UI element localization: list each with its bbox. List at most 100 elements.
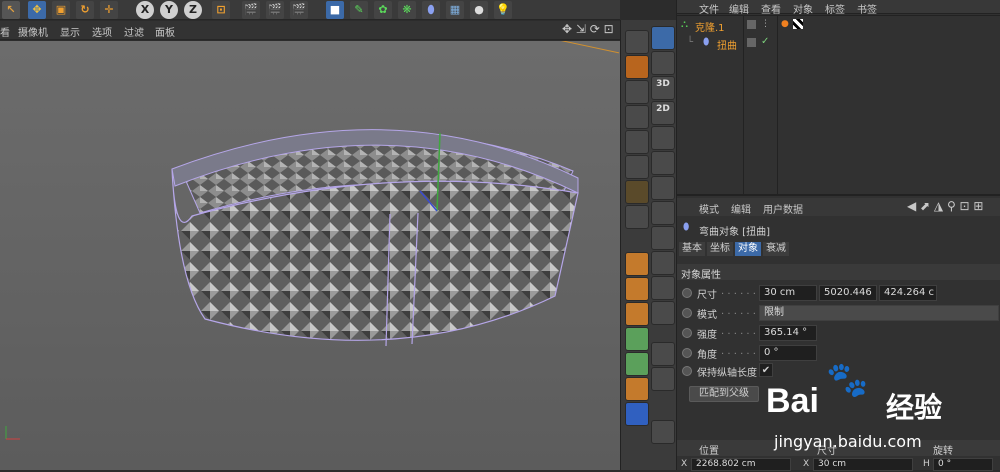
pen-icon[interactable]: ✎: [350, 1, 368, 19]
size-anim-icon[interactable]: [682, 288, 692, 298]
keep-length-anim-icon[interactable]: [682, 366, 692, 376]
cloner-icon: ⛬: [681, 19, 688, 30]
pos-x-label: X: [681, 459, 688, 469]
list-item[interactable]: ⛬ 克隆.1 ⋮ ●: [677, 18, 1000, 34]
texture-mode-icon[interactable]: [625, 252, 649, 276]
light-icon[interactable]: 💡: [494, 1, 512, 19]
polygons-mode-icon[interactable]: [625, 130, 649, 154]
move-tool-icon[interactable]: ✥: [28, 1, 46, 19]
om-menu-view[interactable]: 查看: [761, 1, 781, 16]
mode-anim-icon[interactable]: [682, 308, 692, 318]
select-tool-icon[interactable]: ✛: [100, 1, 118, 19]
x-axis-button[interactable]: X: [136, 1, 154, 19]
menu-options[interactable]: 选项: [92, 24, 112, 39]
viewport-nav-icons[interactable]: ✥ ⇲ ⟳ ⊡: [562, 22, 614, 36]
snap-axis-icon[interactable]: [651, 251, 675, 275]
menu-view[interactable]: 看: [0, 24, 10, 39]
enabled-check-icon[interactable]: ✓: [761, 36, 769, 47]
brush-icon[interactable]: [625, 277, 649, 301]
snap-more-icon[interactable]: [651, 420, 675, 444]
visibility-toggle[interactable]: [747, 38, 756, 47]
match-to-parent-button[interactable]: 匹配到父级: [689, 386, 759, 402]
snap-settings-icon[interactable]: [651, 126, 675, 150]
scale-tool-icon[interactable]: ▣: [52, 1, 70, 19]
section-header: 对象属性: [677, 264, 1000, 281]
om-menu-edit[interactable]: 编辑: [729, 1, 749, 16]
workplane-icon[interactable]: [625, 205, 649, 229]
magnet-icon[interactable]: [651, 26, 675, 50]
mode-select[interactable]: 限制: [759, 305, 999, 321]
snap-spline-icon[interactable]: [651, 226, 675, 250]
y-axis-button[interactable]: Y: [160, 1, 178, 19]
modeling-tool-icon[interactable]: [625, 30, 649, 54]
object-name[interactable]: 克隆.1: [695, 19, 725, 34]
om-menu-bookmarks[interactable]: 书签: [857, 1, 877, 16]
z-axis-button[interactable]: Z: [184, 1, 202, 19]
object-mode-icon[interactable]: [625, 55, 649, 79]
menu-display[interactable]: 显示: [60, 24, 80, 39]
world-coords-icon[interactable]: ⊡: [212, 1, 230, 19]
size-x-field[interactable]: 30 cm: [759, 285, 817, 301]
list-item[interactable]: └ ⬮ 扭曲 ✓: [677, 36, 1000, 52]
camera-icon[interactable]: ●: [470, 1, 488, 19]
sculpt-icon[interactable]: [625, 327, 649, 351]
bend-object-icon: ⬮: [683, 222, 690, 233]
dots-leader: . . . . . . .: [721, 286, 763, 297]
strength-field[interactable]: 365.14 °: [759, 325, 817, 341]
snap-grid-icon[interactable]: [651, 301, 675, 325]
tag-icon[interactable]: ●: [781, 19, 789, 29]
tab-falloff[interactable]: 衰减: [763, 242, 789, 256]
tab-basic[interactable]: 基本: [679, 242, 705, 256]
3d-snap-icon[interactable]: 3D: [651, 76, 675, 100]
snap-point-icon[interactable]: [651, 151, 675, 175]
om-menu-file[interactable]: 文件: [699, 1, 719, 16]
snap-edge-icon[interactable]: [651, 176, 675, 200]
floor-icon[interactable]: ▦: [446, 1, 464, 19]
snap-midpoint-icon[interactable]: [651, 276, 675, 300]
twisted-ring-model: [5, 129, 579, 440]
2d-snap-icon[interactable]: 2D: [651, 101, 675, 125]
uv-mode-icon[interactable]: [625, 155, 649, 179]
xyz-lock-icon[interactable]: [625, 180, 649, 204]
axis-mode-icon[interactable]: [651, 51, 675, 75]
rotate-tool-icon[interactable]: ↻: [76, 1, 94, 19]
attr-menu-edit[interactable]: 编辑: [731, 201, 751, 216]
uv-edit-icon[interactable]: [625, 352, 649, 376]
array-icon[interactable]: ❋: [398, 1, 416, 19]
edges-mode-icon[interactable]: [625, 105, 649, 129]
3d-viewport[interactable]: [0, 41, 620, 470]
menu-panel[interactable]: 面板: [155, 24, 175, 39]
guide-icon[interactable]: [651, 367, 675, 391]
visibility-toggle[interactable]: [747, 20, 756, 29]
object-name[interactable]: 扭曲: [717, 37, 737, 52]
render-settings-icon[interactable]: 🎬: [290, 1, 308, 19]
subdivision-icon[interactable]: ✿: [374, 1, 392, 19]
angle-anim-icon[interactable]: [682, 348, 692, 358]
cube-icon[interactable]: ■: [326, 1, 344, 19]
angle-field[interactable]: 0 °: [759, 345, 817, 361]
deformer-icon[interactable]: ⬮: [422, 1, 440, 19]
tab-object[interactable]: 对象: [735, 242, 761, 256]
render-view-icon[interactable]: 🎬: [242, 1, 260, 19]
paint-icon[interactable]: [625, 302, 649, 326]
undo-icon[interactable]: ↖: [2, 1, 20, 19]
menu-camera[interactable]: 摄像机: [18, 24, 48, 39]
menu-filter[interactable]: 过滤: [124, 24, 144, 39]
snap-polygon-icon[interactable]: [651, 201, 675, 225]
om-menu-object[interactable]: 对象: [793, 1, 813, 16]
quantize-icon[interactable]: [651, 342, 675, 366]
dots-leader: . . . . . . .: [721, 326, 763, 337]
attr-menu-mode[interactable]: 模式: [699, 201, 719, 216]
strength-anim-icon[interactable]: [682, 328, 692, 338]
points-mode-icon[interactable]: [625, 80, 649, 104]
render-picture-icon[interactable]: 🎬: [266, 1, 284, 19]
material-icon[interactable]: [625, 402, 649, 426]
texture-tag-icon[interactable]: [793, 19, 803, 29]
attr-nav-icons[interactable]: ◀ ⬈ ◮ ⚲ ⊡ ⊞: [907, 199, 983, 213]
om-menu-tags[interactable]: 标签: [825, 1, 845, 16]
attr-menu-userdata[interactable]: 用户数据: [763, 201, 803, 216]
texture-axis-icon[interactable]: [625, 377, 649, 401]
tab-coords[interactable]: 坐标: [707, 242, 733, 256]
size-z-field[interactable]: 424.264 c: [879, 285, 937, 301]
size-y-field[interactable]: 5020.446: [819, 285, 877, 301]
